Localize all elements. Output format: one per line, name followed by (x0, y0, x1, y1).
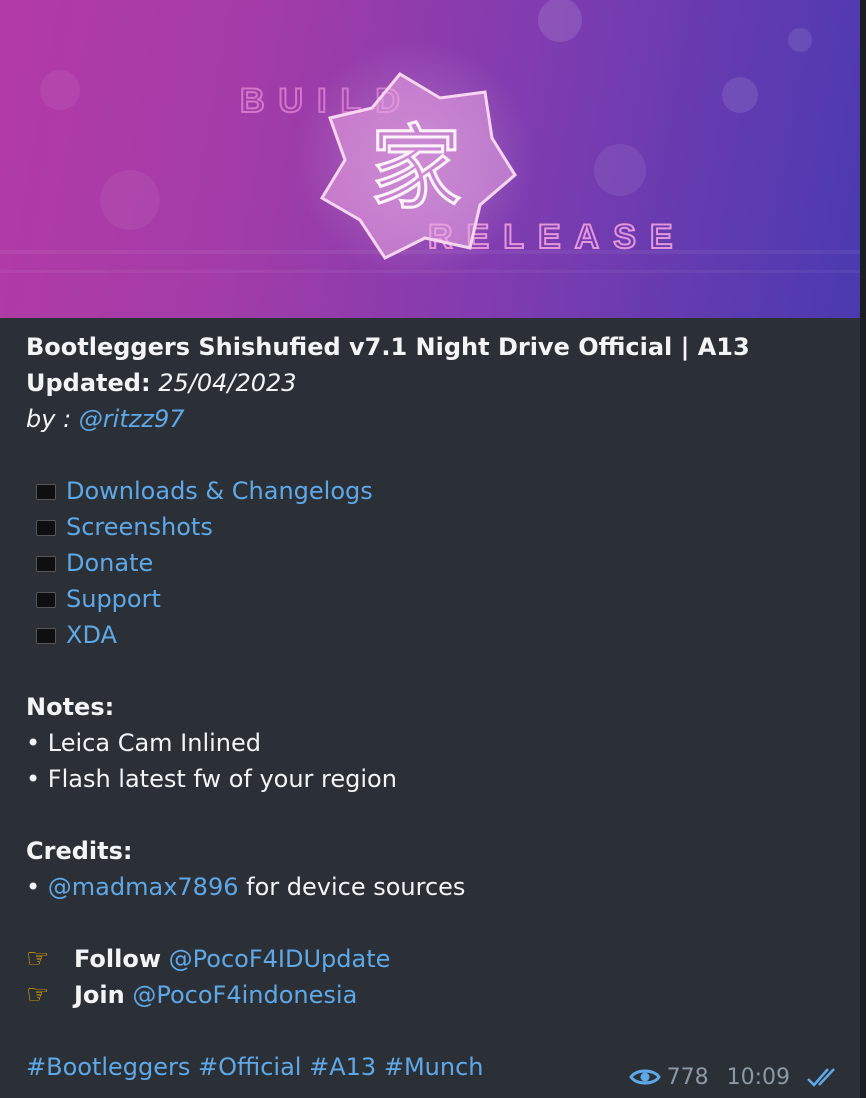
author-link[interactable]: @ritzz97 (79, 405, 185, 433)
screenshots-link[interactable]: Screenshots (66, 513, 213, 541)
black-square-icon (36, 484, 56, 500)
pointing-hand-icon: ☞ (26, 980, 50, 1010)
link-item-screenshots: Screenshots (26, 509, 846, 545)
downloads-changelogs-link[interactable]: Downloads & Changelogs (66, 477, 373, 505)
link-item-xda: XDA (26, 617, 846, 653)
link-item-support: Support (26, 581, 846, 617)
updated-date: 25/04/2023 (158, 369, 297, 397)
notes-heading: Notes: (26, 693, 115, 721)
link-item-downloads: Downloads & Changelogs (26, 473, 846, 509)
follow-line: ☞ Follow @PocoF4IDUpdate (26, 941, 846, 977)
note-item: • Flash latest fw of your region (26, 765, 397, 793)
join-line: ☞ Join @PocoF4indonesia (26, 977, 846, 1013)
updated-label: Updated: (26, 369, 151, 397)
follow-channel-link[interactable]: @PocoF4IDUpdate (169, 945, 391, 973)
banner-artwork: BUILD RELEASE 家 (0, 0, 860, 280)
message-time: 10:09 (726, 1064, 790, 1090)
black-square-icon (36, 592, 56, 608)
black-square-icon (36, 520, 56, 536)
post-banner-image[interactable]: BUILD RELEASE 家 (0, 0, 860, 318)
credit-bullet: • (26, 873, 41, 901)
message-bubble: BUILD RELEASE 家 Bootleggers Shishufied v… (0, 0, 860, 1098)
black-square-icon (36, 556, 56, 572)
updated-line: Updated: 25/04/2023 (26, 365, 846, 401)
hashtag-official[interactable]: #Official (198, 1053, 301, 1081)
donate-link[interactable]: Donate (66, 549, 153, 577)
credit-item: • @madmax7896 for device sources (26, 869, 846, 905)
pointing-hand-icon: ☞ (26, 944, 50, 974)
hashtag-munch[interactable]: #Munch (384, 1053, 484, 1081)
credit-handle-link[interactable]: @madmax7896 (48, 873, 239, 901)
window-edge (860, 0, 866, 1098)
emblem-glyph: 家 (370, 115, 462, 222)
post-text: Bootleggers Shishufied v7.1 Night Drive … (26, 329, 846, 1085)
post-title: Bootleggers Shishufied v7.1 Night Drive … (26, 333, 750, 361)
credit-text: for device sources (246, 873, 466, 901)
view-count: 778 (666, 1064, 709, 1090)
hashtag-a13[interactable]: #A13 (309, 1053, 376, 1081)
follow-label: Follow (74, 945, 162, 973)
xda-link[interactable]: XDA (66, 621, 117, 649)
join-label: Join (74, 981, 125, 1009)
black-square-icon (36, 628, 56, 644)
author-line: by : @ritzz97 (26, 401, 846, 437)
hashtag-bootleggers[interactable]: #Bootleggers (26, 1053, 190, 1081)
link-item-donate: Donate (26, 545, 846, 581)
eye-icon (628, 1069, 661, 1085)
message-meta: 778 10:09 (628, 1062, 844, 1092)
join-group-link[interactable]: @PocoF4indonesia (132, 981, 357, 1009)
credits-heading: Credits: (26, 837, 133, 865)
by-label: by : (26, 405, 72, 433)
double-check-icon (807, 1068, 835, 1087)
note-item: • Leica Cam Inlined (26, 729, 262, 757)
support-link[interactable]: Support (66, 585, 161, 613)
